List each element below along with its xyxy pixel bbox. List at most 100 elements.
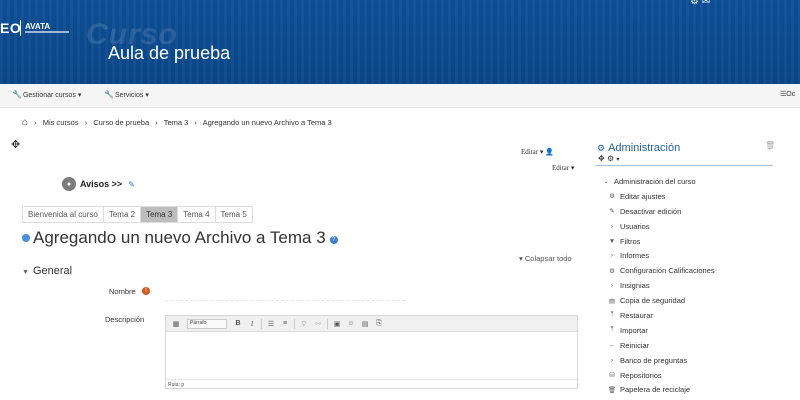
file-manager-icon[interactable]: ▤ bbox=[358, 320, 372, 328]
description-label: Descripción bbox=[105, 315, 145, 324]
admin-item-repositories[interactable]: ⛁ Repositorios bbox=[595, 368, 773, 383]
admin-item-label: Usuarios bbox=[620, 221, 650, 231]
help-icon[interactable]: ? bbox=[329, 235, 338, 244]
numbered-list-icon[interactable]: ≡ bbox=[278, 320, 292, 327]
admin-item-restore[interactable]: ⤒ Restaurar bbox=[595, 308, 773, 323]
move-icon[interactable]: ✥ bbox=[11, 138, 20, 151]
move-icon[interactable]: ✥ bbox=[598, 154, 605, 163]
admin-item-users[interactable]: › Usuarios bbox=[595, 219, 773, 234]
editor-body[interactable] bbox=[166, 332, 577, 380]
admin-item-label: Copia de seguridad bbox=[620, 296, 686, 306]
name-input[interactable] bbox=[165, 300, 405, 301]
paste-icon[interactable]: ⎘ bbox=[372, 320, 386, 328]
unlink-icon[interactable]: ⚯ bbox=[311, 320, 325, 328]
admin-item-label: Reiniciar bbox=[620, 340, 650, 350]
admin-item-label: Informes bbox=[620, 251, 650, 261]
admin-item-label: Restaurar bbox=[620, 310, 653, 320]
breadcrumb-separator: › bbox=[84, 118, 88, 127]
logo-avata[interactable]: AVATA bbox=[25, 22, 50, 31]
logo-main[interactable]: EO bbox=[0, 20, 21, 36]
description-editor: ▦ Párrafo B I ☰ ≡ ⚲ ⚯ ▣ ☺ ▤ ⎘ Ruta: p bbox=[165, 315, 578, 389]
edit-menu-label: Editar bbox=[521, 148, 539, 156]
nav-manage-courses-label: Gestionar cursos bbox=[22, 92, 76, 99]
admin-item-import[interactable]: ⤒ Importar bbox=[595, 323, 773, 338]
name-label: Nombre bbox=[109, 287, 136, 296]
announcements-link[interactable]: Avisos >> bbox=[80, 179, 122, 189]
edit-menu-label: Editar bbox=[552, 164, 570, 172]
chevron-right-icon: › bbox=[610, 356, 614, 364]
media-icon[interactable]: ☺ bbox=[344, 320, 358, 327]
chevron-right-icon: › bbox=[610, 222, 614, 230]
bullet-list-icon[interactable]: ☰ bbox=[264, 320, 278, 328]
block-controls: ✥ ⚙ ▾ bbox=[598, 154, 619, 163]
breadcrumb-current: Agregando un nuevo Archivo a Tema 3 bbox=[202, 118, 332, 127]
announcements-forum: ● Avisos >> ✎ bbox=[62, 177, 135, 191]
caret-down-icon: ▾ bbox=[77, 92, 82, 99]
admin-item-badges[interactable]: › Insignias bbox=[595, 278, 773, 293]
course-title: Aula de prueba bbox=[108, 43, 231, 63]
admin-item-reports[interactable]: › Informes bbox=[595, 248, 773, 263]
gears-icon: ⚙ bbox=[597, 142, 606, 153]
wrench-icon: 🔧 bbox=[12, 90, 22, 99]
admin-item-label: Editar ajustes bbox=[620, 191, 666, 201]
block-divider bbox=[595, 165, 773, 166]
tab-tema-4[interactable]: Tema 4 bbox=[177, 206, 215, 223]
page-heading: Agregando un nuevo Archivo a Tema 3 ? bbox=[22, 228, 338, 248]
admin-item-edit-settings[interactable]: ⚙ Editar ajustes bbox=[595, 189, 773, 204]
logo-separator bbox=[20, 20, 21, 36]
gear-icon[interactable]: ⚙ bbox=[607, 154, 614, 163]
admin-item-question-bank[interactable]: › Banco de preguntas bbox=[595, 353, 773, 368]
caret-down-icon[interactable]: ▾ bbox=[616, 157, 619, 163]
chevron-right-icon: › bbox=[610, 282, 614, 290]
tab-bienvenida[interactable]: Bienvenida al curso bbox=[22, 206, 103, 223]
pencil-icon[interactable]: ✎ bbox=[128, 180, 135, 189]
nav-services-label: Servicios bbox=[114, 92, 144, 99]
toolbar-divider bbox=[294, 318, 295, 329]
breadcrumb-separator: › bbox=[34, 118, 37, 127]
editor-status-path: Ruta: p bbox=[168, 382, 185, 388]
edit-menu-top[interactable]: Editar ▾ 👤 bbox=[521, 148, 554, 156]
admin-item-reset[interactable]: ← Reiniciar bbox=[595, 338, 773, 353]
trash-icon: 🗑 bbox=[607, 386, 617, 394]
collapse-all-label: Colapsar todo bbox=[524, 254, 572, 263]
image-icon[interactable]: ▣ bbox=[330, 320, 344, 328]
admin-item-filters[interactable]: ▼ Filtros bbox=[595, 234, 773, 249]
tab-tema-3[interactable]: Tema 3 bbox=[140, 206, 178, 223]
chevron-right-icon: › bbox=[610, 252, 614, 260]
tab-tema-2[interactable]: Tema 2 bbox=[102, 206, 141, 223]
format-select[interactable]: Párrafo bbox=[187, 318, 227, 329]
collapse-all-link[interactable]: ▾ Colapsar todo bbox=[519, 254, 572, 263]
page-title: Agregando un nuevo Archivo a Tema 3 bbox=[33, 228, 326, 247]
gear-icon[interactable]: ⚙ bbox=[690, 0, 699, 7]
section-general-header[interactable]: ▼ General bbox=[22, 265, 72, 277]
navbar: 🔧Gestionar cursos ▾ 🔧Servicios ▾ ☰Oc bbox=[0, 84, 800, 108]
admin-item-label: Banco de preguntas bbox=[620, 355, 688, 365]
nav-manage-courses[interactable]: 🔧Gestionar cursos ▾ bbox=[12, 90, 81, 99]
admin-item-recycle-bin[interactable]: 🗑 Papelera de reciclaje bbox=[595, 382, 773, 397]
italic-icon[interactable]: I bbox=[245, 320, 259, 328]
bold-icon[interactable]: B bbox=[231, 320, 245, 327]
admin-item-backup[interactable]: ▤ Copia de seguridad bbox=[595, 293, 773, 308]
caret-down-icon: ▾ bbox=[145, 92, 149, 99]
page-header: EO AVATA Curso Aula de prueba ⚙ ✉ bbox=[0, 0, 800, 84]
edit-menu-announcements[interactable]: Editar ▾ bbox=[552, 164, 574, 172]
required-icon: ! bbox=[142, 287, 150, 295]
gear-icon: ⚙ bbox=[609, 193, 615, 201]
toolbar-toggle-icon[interactable]: ▦ bbox=[169, 320, 183, 328]
breadcrumb-item[interactable]: Tema 3 bbox=[164, 118, 189, 127]
wrench-icon: 🔧 bbox=[104, 90, 114, 99]
home-icon[interactable]: ⌂ bbox=[22, 117, 28, 128]
message-icon[interactable]: ✉ bbox=[702, 0, 710, 7]
trash-icon[interactable]: 🗑 bbox=[765, 141, 775, 150]
breadcrumb-item[interactable]: Mis cursos bbox=[43, 118, 79, 127]
tab-tema-5[interactable]: Tema 5 bbox=[214, 206, 253, 223]
admin-item-course-admin[interactable]: ⌄ Administración del curso bbox=[595, 174, 773, 189]
admin-item-turn-editing-off[interactable]: ✎ Desactivar edición bbox=[595, 204, 773, 219]
nav-services[interactable]: 🔧Servicios ▾ bbox=[104, 90, 149, 99]
admin-item-label: Configuración Calificaciones bbox=[620, 266, 715, 276]
caret-down-icon: ▾ bbox=[519, 254, 523, 263]
nav-blocks-toggle[interactable]: ☰Oc bbox=[780, 90, 795, 98]
link-icon[interactable]: ⚲ bbox=[297, 320, 311, 328]
breadcrumb-item[interactable]: Curso de prueba bbox=[93, 118, 149, 127]
admin-item-gradebook-setup[interactable]: ⚙ Configuración Calificaciones bbox=[595, 263, 773, 278]
